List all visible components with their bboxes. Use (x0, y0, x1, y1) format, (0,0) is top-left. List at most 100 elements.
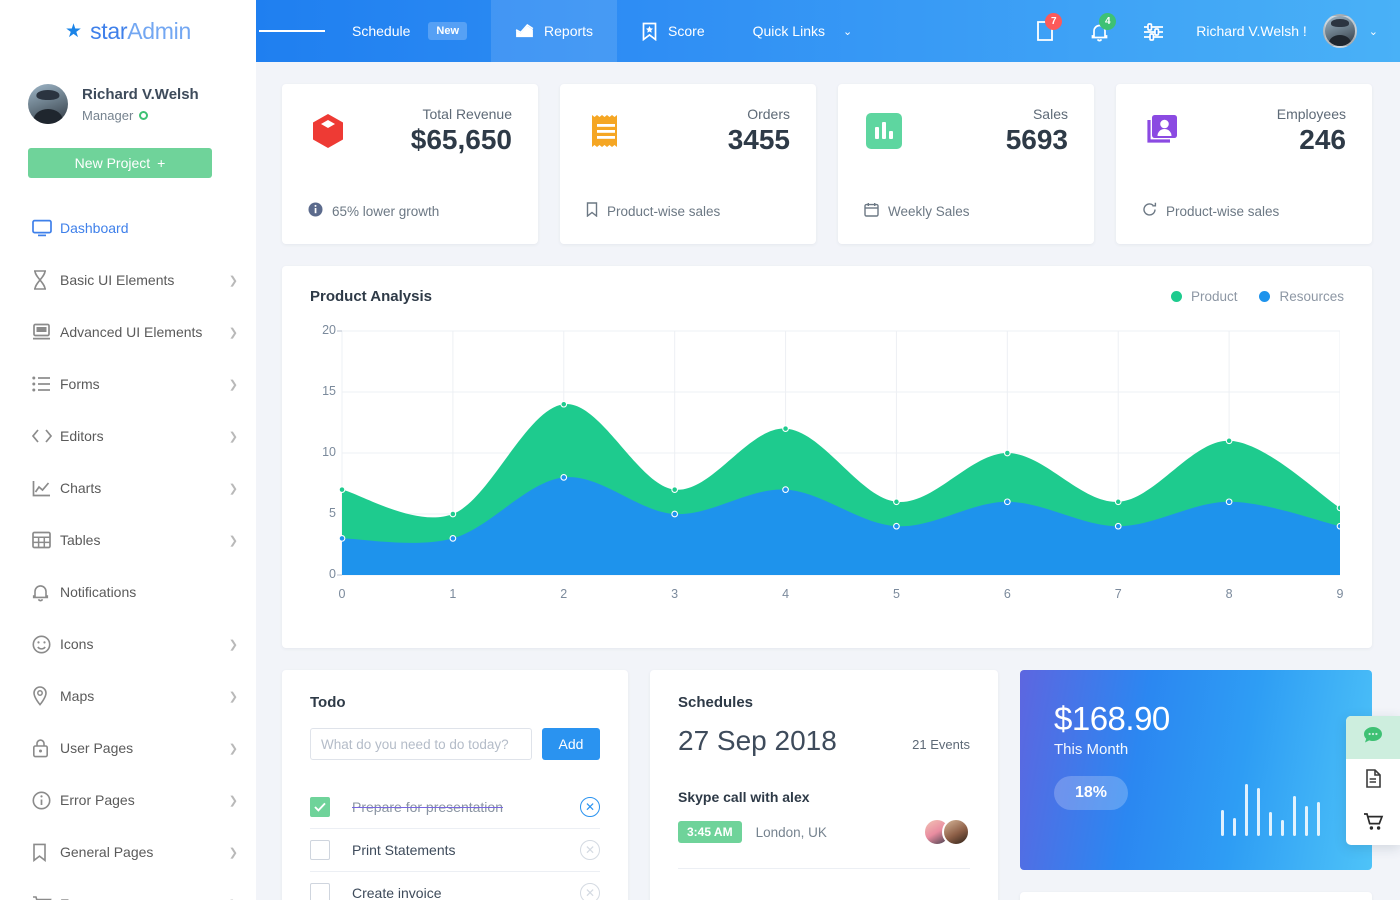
stat-card-label: Sales (1032, 106, 1068, 122)
cube-icon (308, 111, 348, 151)
legend-item-resources[interactable]: Resources (1259, 289, 1344, 304)
legend-color-dot (1259, 291, 1271, 302)
navbar-right: 7 4 Richard V.Welsh ! ⌄ (1020, 0, 1400, 62)
navbar-avatar[interactable] (1322, 14, 1357, 48)
sidebar-item-general-pages[interactable]: General Pages ❯ (0, 826, 256, 878)
sidebar-item-charts[interactable]: Charts ❯ (0, 462, 256, 514)
bar-chart-icon (864, 111, 904, 151)
chart-header: Product Analysis Product Resources (310, 288, 1344, 305)
chevron-right-icon: ❯ (228, 274, 238, 287)
todo-checkbox[interactable] (310, 797, 330, 817)
chevron-right-icon: ❯ (228, 742, 238, 755)
chat-icon-button[interactable] (1346, 716, 1400, 759)
sidebar-item-advanced-ui-elements[interactable]: Advanced UI Elements ❯ (0, 306, 256, 358)
todo-add-button[interactable]: Add (542, 728, 600, 760)
hamburger-bar (303, 30, 325, 32)
todo-item[interactable]: Prepare for presentation ✕ (310, 786, 600, 829)
navbar-link-schedule[interactable]: Schedule New (328, 0, 491, 62)
chevron-right-icon: ❯ (228, 846, 238, 859)
info-filled-icon (308, 202, 323, 220)
navbar-link-quick-links[interactable]: Quick Links ⌄ (729, 0, 877, 62)
document-icon (1365, 768, 1382, 793)
chevron-right-icon: ❯ (228, 638, 238, 651)
sidebar-item-error-pages[interactable]: Error Pages ❯ (0, 774, 256, 826)
calendar-icon (864, 202, 879, 220)
stat-card-footer-label: 65% lower growth (332, 203, 440, 219)
stat-card-footer: Weekly Sales (864, 202, 1068, 220)
stat-card-label: Employees (1276, 106, 1346, 122)
new-project-button[interactable]: New Project + (28, 148, 212, 178)
table-grid-icon (32, 531, 60, 549)
navbar-link-score[interactable]: Score (617, 0, 729, 62)
todo-item[interactable]: Print Statements ✕ (310, 829, 600, 872)
sidebar-item-label: Forms (60, 376, 100, 392)
todo-checkbox[interactable] (310, 883, 330, 900)
stat-card-total-revenue: Total Revenue $65,650 65% lower growth (282, 84, 538, 244)
sidebar-item-editors[interactable]: Editors ❯ (0, 410, 256, 462)
todo-remove-icon[interactable]: ✕ (580, 883, 600, 900)
sidebar-item-maps[interactable]: Maps ❯ (0, 670, 256, 722)
x-axis-tick-label: 8 (1225, 587, 1233, 601)
divider (678, 868, 970, 869)
mini-bar (1221, 810, 1224, 836)
todo-remove-icon[interactable]: ✕ (580, 797, 600, 817)
navbar-link-label: Schedule (352, 23, 411, 39)
mini-bar (1317, 802, 1320, 836)
brand-text-primary: star (90, 17, 128, 44)
monthly-percent-badge: 18% (1054, 776, 1129, 810)
page-content: Total Revenue $65,650 65% lower growth Orde… (256, 62, 1400, 900)
sidebar-item-label: User Pages (60, 740, 134, 756)
sidebar-item-notifications[interactable]: Notifications (0, 566, 256, 618)
schedules-date-row: 27 Sep 2018 21 Events (678, 725, 970, 757)
sliders-icon-button[interactable] (1128, 0, 1178, 62)
brand-logo[interactable]: ★ starAdmin (0, 0, 256, 62)
todo-item[interactable]: Create invoice ✕ (310, 872, 600, 900)
sidebar-item-basic-ui-elements[interactable]: Basic UI Elements ❯ (0, 254, 256, 306)
cart-icon (1363, 812, 1384, 836)
file-icon-button[interactable]: 7 (1020, 0, 1070, 62)
schedule-item[interactable]: Skype call with alex 3:45 AM London, UK (678, 789, 970, 846)
mini-bar (1293, 796, 1296, 836)
chevron-right-icon: ❯ (228, 378, 238, 391)
stat-card-top: Employees 246 (1142, 106, 1346, 156)
stat-card-text: Orders 3455 (728, 106, 790, 156)
user-chevron-down-icon[interactable]: ⌄ (1369, 25, 1378, 38)
navbar-link-reports[interactable]: Reports (491, 0, 618, 62)
chevron-right-icon: ❯ (228, 482, 238, 495)
sidebar-profile[interactable]: Richard V.Welsh Manager (0, 62, 256, 124)
stat-card-top: Total Revenue $65,650 (308, 106, 512, 156)
sidebar-item-label: Error Pages (60, 792, 135, 808)
sidebar-item-label: General Pages (60, 844, 154, 860)
sidebar-item-forms[interactable]: Forms ❯ (0, 358, 256, 410)
stat-card-value: $65,650 (410, 124, 512, 155)
sidebar-item-user-pages[interactable]: User Pages ❯ (0, 722, 256, 774)
sidebar-item-label: Icons (60, 636, 94, 652)
todo-checkbox[interactable] (310, 840, 330, 860)
navbar-link-label: Quick Links (752, 23, 825, 39)
info-circle-icon (32, 791, 60, 810)
code-icon (32, 429, 60, 443)
list-icon (32, 376, 60, 392)
sidebar-item-ecommerce[interactable]: Ecommerce❯ (0, 878, 256, 900)
chevron-right-icon: ❯ (228, 534, 238, 547)
hamburger-icon[interactable] (256, 27, 328, 35)
legend-item-product[interactable]: Product (1170, 289, 1237, 304)
schedules-card: Schedules 27 Sep 2018 21 Events Skype ca… (650, 670, 998, 900)
hourglass-icon (32, 270, 60, 290)
cart-icon-button[interactable] (1346, 802, 1400, 845)
todo-remove-icon[interactable]: ✕ (580, 840, 600, 860)
monthly-amount: $168.90 (1054, 700, 1170, 737)
bell-count-badge: 4 (1099, 13, 1117, 30)
hamburger-bar (281, 30, 303, 32)
bell-icon-button[interactable]: 4 (1074, 0, 1124, 62)
star-icon: ★ (65, 20, 83, 42)
sidebar-item-icons[interactable]: Icons ❯ (0, 618, 256, 670)
todo-input[interactable] (310, 728, 532, 760)
x-axis-tick-label: 0 (338, 587, 346, 601)
document-icon-button[interactable] (1346, 759, 1400, 802)
brand-text-secondary: Admin (127, 17, 191, 44)
sidebar-item-tables[interactable]: Tables ❯ (0, 514, 256, 566)
sidebar-item-dashboard[interactable]: Dashboard (0, 202, 256, 254)
x-axis-tick-label: 7 (1114, 587, 1122, 601)
stat-card-footer-label: Product-wise sales (1166, 203, 1280, 219)
